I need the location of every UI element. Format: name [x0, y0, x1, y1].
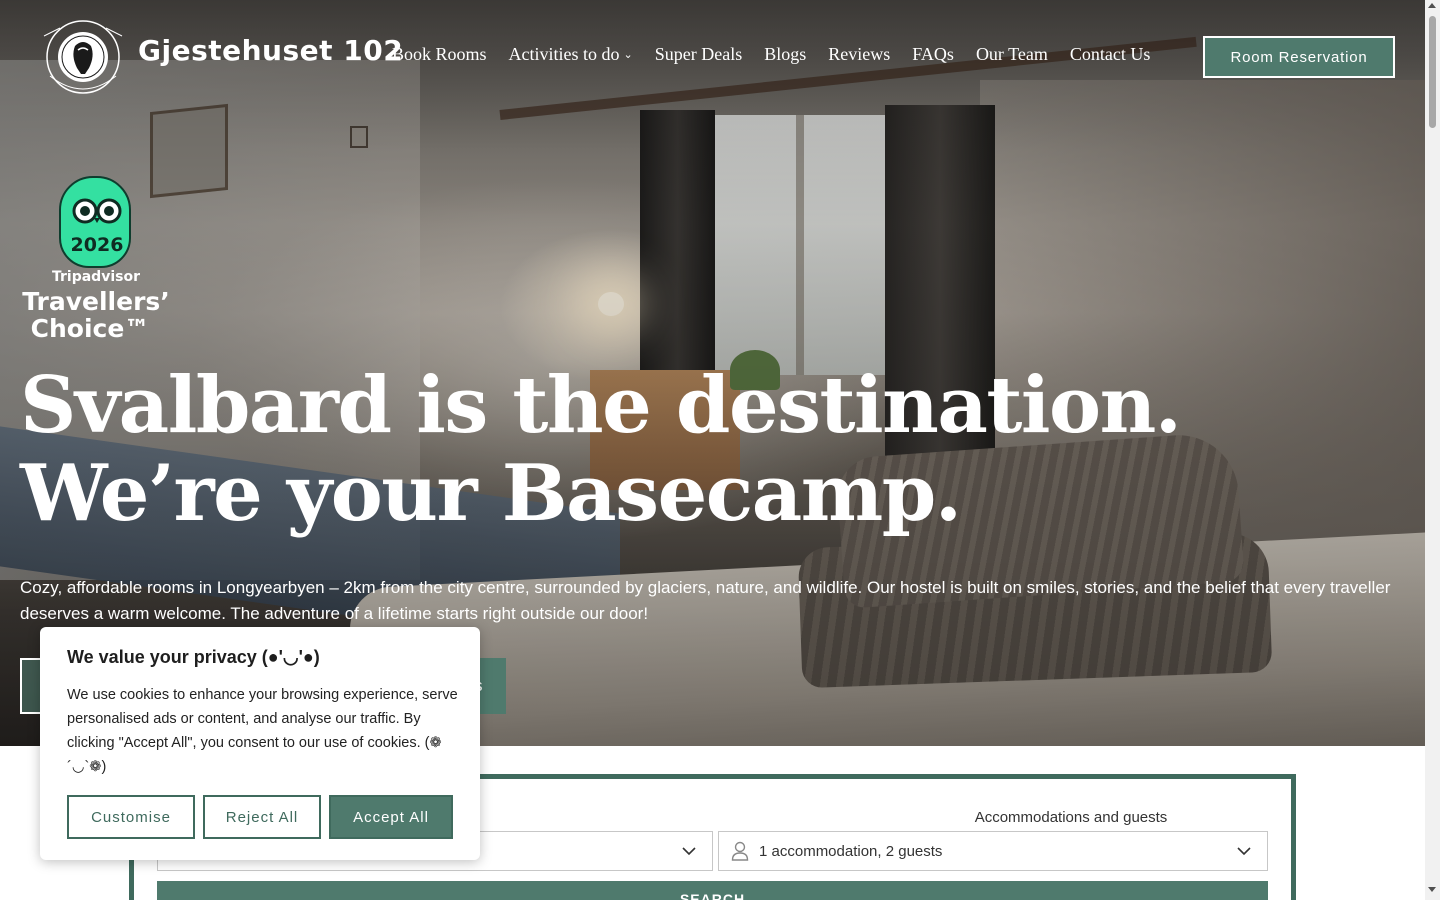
nav-book-rooms[interactable]: Book Rooms [392, 44, 487, 65]
cookie-body: We use cookies to enhance your browsing … [67, 687, 458, 775]
tripadvisor-badge[interactable]: 2026 Tripadvisor Travellers’ Choice™ [20, 176, 172, 346]
svalbard-wildlife-logo-icon [43, 20, 123, 94]
badge-brand: Tripadvisor [52, 269, 140, 285]
site-logo[interactable] [40, 16, 126, 98]
hero-subtext: Cozy, affordable rooms in Longyearbyen –… [20, 578, 1391, 623]
nav-blogs[interactable]: Blogs [764, 44, 806, 65]
guests-value: 1 accommodation, 2 guests [759, 842, 943, 860]
chevron-down-icon [682, 847, 696, 856]
page-scrollbar[interactable] [1425, 0, 1440, 900]
person-icon [731, 841, 749, 861]
guests-select[interactable]: 1 accommodation, 2 guests [718, 831, 1268, 871]
cookie-title: We value your privacy (●'◡'●) [67, 647, 320, 667]
guests-label: Accommodations and guests [974, 809, 1168, 826]
owl-eyes-icon [72, 198, 122, 224]
nav-our-team[interactable]: Our Team [976, 44, 1048, 65]
scroll-thumb[interactable] [1429, 16, 1436, 128]
tripadvisor-owl-icon: 2026 [59, 176, 131, 268]
badge-title-line2: Choice™ [30, 314, 150, 343]
scroll-up-icon[interactable] [1428, 3, 1436, 8]
nav-contact-us[interactable]: Contact Us [1070, 44, 1151, 65]
brand-name[interactable]: Gjestehuset 102 [138, 34, 403, 67]
cookie-consent-banner: We value your privacy (●'◡'●) We use coo… [40, 627, 480, 860]
chevron-down-icon [1237, 847, 1251, 856]
room-reservation-button[interactable]: Room Reservation [1203, 36, 1395, 78]
nav-activities[interactable]: Activities to do ⌄ [509, 44, 633, 65]
reject-all-button[interactable]: Reject All [203, 795, 321, 839]
nav-activities-label: Activities to do [508, 44, 620, 64]
nav-reviews[interactable]: Reviews [828, 44, 890, 65]
badge-year: 2026 [70, 234, 124, 256]
nav-faqs[interactable]: FAQs [912, 44, 954, 65]
customise-button[interactable]: Customise [67, 795, 195, 839]
accept-all-button[interactable]: Accept All [329, 795, 453, 839]
chevron-down-icon: ⌄ [623, 49, 633, 61]
hero-headline: Svalbard is the destination. We’re your … [20, 360, 1182, 539]
main-nav: Book Rooms Activities to do ⌄ Super Deals… [392, 44, 1150, 65]
search-button[interactable]: SEARCH [157, 881, 1268, 900]
nav-super-deals[interactable]: Super Deals [655, 44, 742, 65]
badge-title-line1: Travellers’ [22, 287, 170, 316]
scroll-down-icon[interactable] [1428, 887, 1436, 892]
